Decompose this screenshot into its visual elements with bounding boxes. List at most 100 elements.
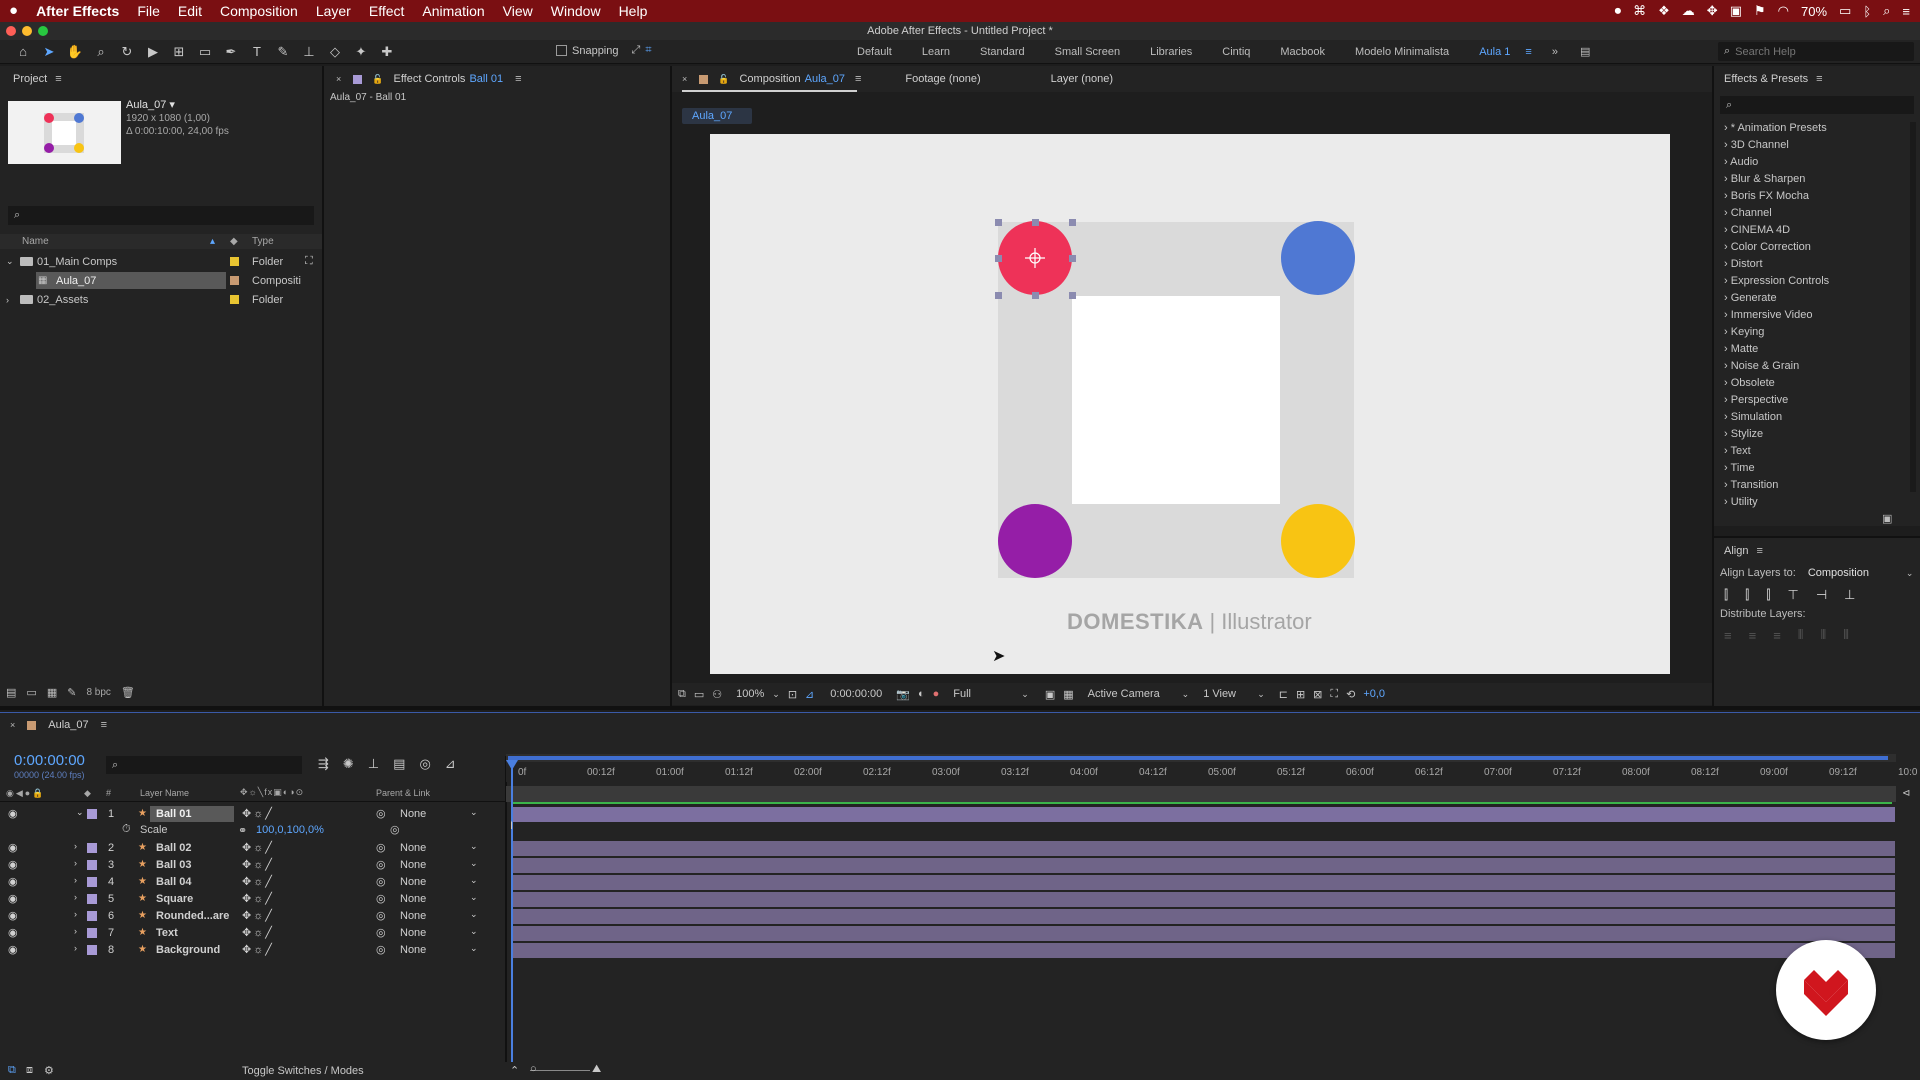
workspace-libraries[interactable]: Libraries — [1135, 46, 1207, 58]
menu-help[interactable]: Help — [610, 0, 657, 22]
expand-chevron-icon[interactable]: › — [1724, 173, 1731, 185]
layer-duration-bar[interactable] — [512, 926, 1895, 941]
layer-duration-bar[interactable] — [512, 807, 1895, 822]
project-row-main-comps[interactable]: ⌄ 01_Main Comps Folder ⛶ — [0, 252, 322, 271]
chevron-down-icon[interactable]: ⌄ — [470, 875, 478, 886]
transform-handle[interactable] — [995, 292, 1002, 299]
label-tag-icon[interactable]: ◆ — [230, 236, 238, 247]
flowchart-icon[interactable]: ⛶ — [1330, 688, 1338, 701]
layer-switches-icon[interactable]: ⧉ — [8, 1064, 16, 1077]
expand-chevron-icon[interactable]: › — [1724, 394, 1731, 406]
align-vertical-center-icon[interactable]: ⊣ — [1816, 587, 1827, 603]
expand-chevron-icon[interactable]: › — [74, 892, 77, 902]
expand-chevron-icon[interactable]: ⌄ — [6, 256, 14, 267]
effects-category[interactable]: › Perspective — [1714, 392, 1920, 409]
layer-switches-icons[interactable]: ✥☼╱ — [242, 892, 274, 905]
ball-02-shape[interactable] — [1281, 221, 1355, 295]
layer-label-swatch[interactable] — [87, 809, 97, 819]
layer-tab[interactable]: Layer (none) — [1051, 73, 1113, 85]
expand-chevron-icon[interactable]: › — [74, 841, 77, 851]
chevron-down-icon[interactable]: ⌄ — [1182, 689, 1190, 700]
panel-menu-icon[interactable]: ≡ — [1816, 73, 1822, 85]
bluetooth-icon[interactable]: ᛒ — [1863, 4, 1871, 19]
display-icon[interactable]: ▣ — [1730, 3, 1742, 19]
menu-composition[interactable]: Composition — [211, 0, 307, 22]
layer-switches-icons[interactable]: ✥☼╱ — [242, 875, 274, 888]
label-column-icon[interactable]: ◆ — [84, 788, 91, 799]
show-snapshot-icon[interactable]: ◐ — [918, 688, 925, 700]
snap-features-icon[interactable]: ⌗ — [645, 44, 651, 57]
layer-row[interactable]: ◉ › 8 ★ Background ✥☼╱ ◎ None ⌄ — [0, 942, 506, 959]
layer-label-swatch[interactable] — [87, 860, 97, 870]
parent-dropdown[interactable]: None — [400, 859, 426, 871]
rotate-tool-icon[interactable]: ↻ — [116, 41, 138, 63]
parent-pickwhip-icon[interactable]: ◎ — [376, 841, 386, 854]
fast-draft-icon[interactable]: ⊞ — [1296, 688, 1305, 701]
effects-category[interactable]: › Generate — [1714, 290, 1920, 307]
zoom-tool-icon[interactable]: ⌕ — [90, 41, 112, 63]
zoom-slider-thumb[interactable]: ○ — [530, 1063, 537, 1075]
timeline-search-box[interactable]: ⌕ — [106, 756, 302, 774]
brush-tool-icon[interactable]: ✎ — [272, 41, 294, 63]
expand-chevron-icon[interactable]: › — [1724, 343, 1731, 355]
layer-name[interactable]: Ball 04 — [156, 876, 191, 888]
camera-dropdown[interactable]: Active Camera — [1088, 688, 1174, 700]
timeline-nav-icon[interactable]: ⊲ — [1902, 788, 1910, 799]
current-time-display[interactable]: 0:00:00:00 — [830, 688, 882, 700]
column-parent-link[interactable]: Parent & Link — [376, 788, 430, 798]
pen-tool-icon[interactable]: ✒ — [220, 41, 242, 63]
effects-category[interactable]: › Boris FX Mocha — [1714, 188, 1920, 205]
new-bin-icon[interactable]: ▣ — [1882, 512, 1892, 525]
fit-icon[interactable]: ⊡ — [788, 688, 797, 701]
trash-icon[interactable]: 🗑 — [121, 686, 135, 699]
flowchart-icon[interactable]: ⛶ — [305, 255, 313, 268]
distribute-right-icon[interactable]: ⦀ — [1843, 627, 1849, 643]
expand-chevron-icon[interactable]: › — [1724, 411, 1731, 423]
parent-dropdown[interactable]: None — [400, 876, 426, 888]
parent-pickwhip-icon[interactable]: ◎ — [376, 858, 386, 871]
expand-chevron-icon[interactable]: › — [74, 858, 77, 868]
layer-switches-icons[interactable]: ✥☼╱ — [242, 858, 274, 871]
menu-file[interactable]: File — [128, 0, 169, 22]
parent-dropdown[interactable]: None — [400, 944, 426, 956]
lock-icon[interactable]: 🔓 — [718, 74, 729, 85]
timeline-link-icon[interactable]: ⊠ — [1313, 688, 1322, 701]
wifi-icon[interactable]: ◠ — [1778, 3, 1789, 19]
parent-dropdown[interactable]: None — [400, 842, 426, 854]
control-center-icon[interactable]: ≡ — [1902, 4, 1910, 19]
timeline-tab[interactable]: × Aula_07 ≡ — [0, 713, 1920, 737]
layer-row[interactable]: ◉ › 5 ★ Square ✥☼╱ ◎ None ⌄ — [0, 891, 506, 908]
project-settings-icon[interactable]: ✎ — [67, 686, 76, 699]
distribute-horizontal-center-icon[interactable]: ⦀ — [1821, 627, 1827, 643]
distribute-bottom-icon[interactable]: ≡ — [1773, 628, 1781, 643]
effects-category[interactable]: › Transition — [1714, 477, 1920, 494]
align-left-icon[interactable]: ⫿ — [1724, 587, 1728, 603]
effects-category[interactable]: › Blur & Sharpen — [1714, 171, 1920, 188]
layer-row[interactable]: ◉ › 3 ★ Ball 03 ✥☼╱ ◎ None ⌄ — [0, 857, 506, 874]
project-tab[interactable]: Project ≡ — [0, 66, 322, 92]
effects-category[interactable]: › Distort — [1714, 256, 1920, 273]
layer-row[interactable]: ◉ › 2 ★ Ball 02 ✥☼╱ ◎ None ⌄ — [0, 840, 506, 857]
visibility-eye-icon[interactable]: ◉ — [8, 841, 18, 854]
interpret-footage-icon[interactable]: ▤ — [6, 686, 16, 699]
effects-category[interactable]: › Matte — [1714, 341, 1920, 358]
menu-layer[interactable]: Layer — [307, 0, 360, 22]
layer-duration-bar[interactable] — [512, 841, 1895, 856]
layer-duration-bar[interactable] — [512, 892, 1895, 907]
chevron-down-icon[interactable]: ⌄ — [470, 926, 478, 937]
parent-dropdown[interactable]: None — [400, 910, 426, 922]
layer-duration-bar[interactable] — [512, 875, 1895, 890]
spotlight-icon[interactable]: ⌕ — [1883, 3, 1890, 19]
panel-menu-icon[interactable]: ≡ — [55, 73, 61, 85]
parent-pickwhip-icon[interactable]: ◎ — [376, 926, 386, 939]
expand-chevron-icon[interactable]: › — [1724, 326, 1731, 338]
expand-chevron-icon[interactable]: › — [1724, 428, 1731, 440]
layer-name[interactable]: Ball 01 — [156, 808, 191, 820]
layer-label-swatch[interactable] — [87, 945, 97, 955]
workspace-standard[interactable]: Standard — [965, 46, 1040, 58]
chevron-down-icon[interactable]: ⌄ — [1906, 568, 1914, 579]
menu-view[interactable]: View — [494, 0, 542, 22]
work-area-bar[interactable] — [506, 754, 1896, 762]
timeline-current-time[interactable]: 0:00:00:00 — [14, 752, 85, 769]
effects-category[interactable]: › Color Correction — [1714, 239, 1920, 256]
